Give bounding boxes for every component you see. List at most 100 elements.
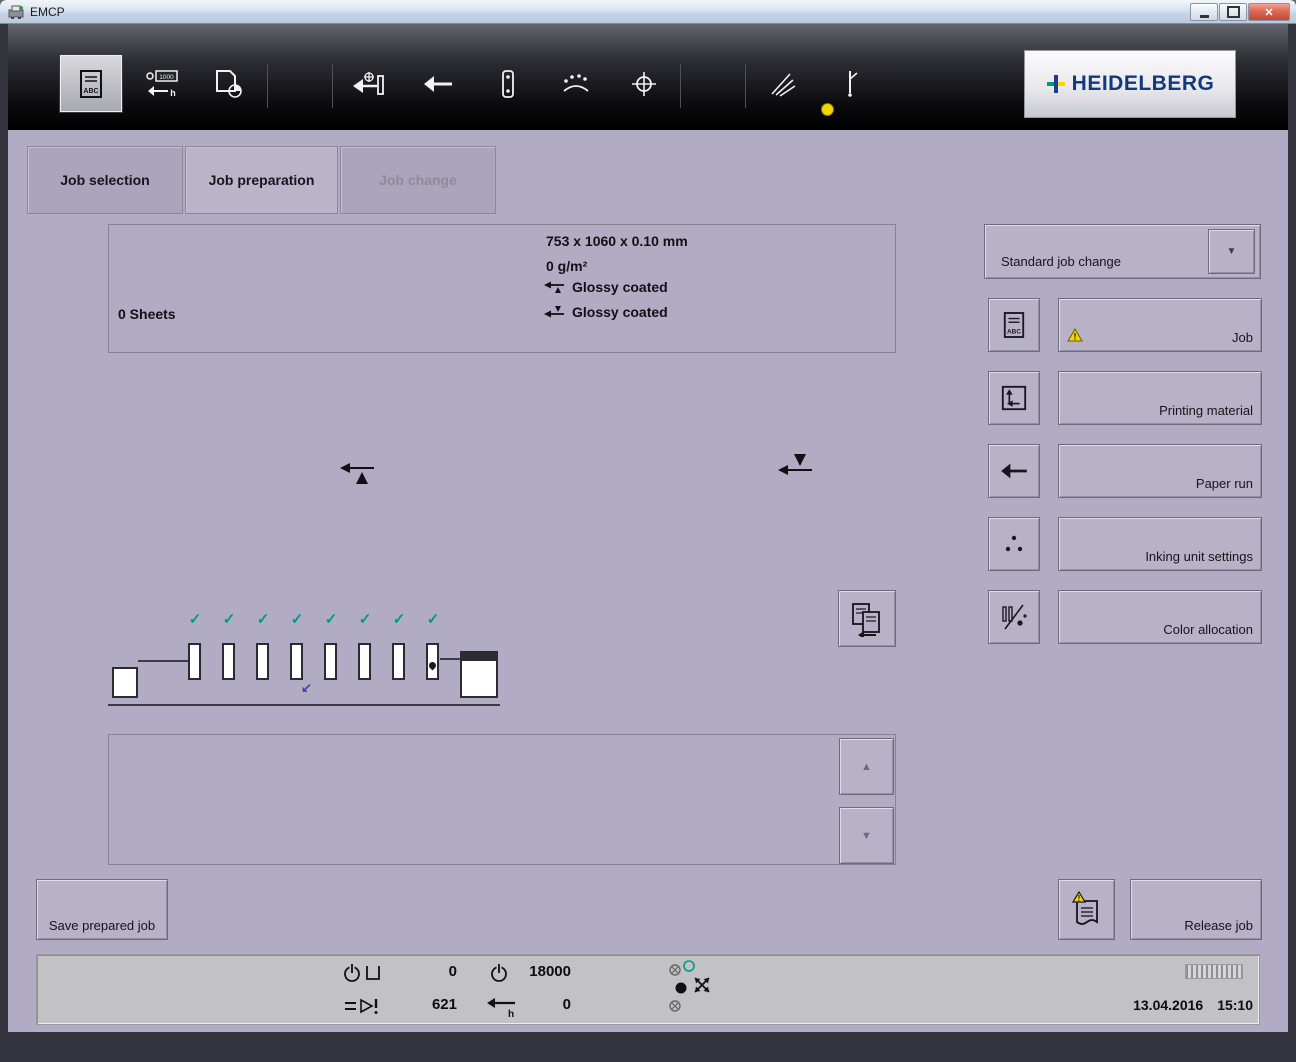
- job-queue-toolbar-button[interactable]: [202, 60, 254, 108]
- release-job-button[interactable]: Release job: [1130, 879, 1262, 940]
- inking-unit-settings-button[interactable]: Inking unit settings: [1058, 517, 1262, 571]
- job-report-button[interactable]: !: [1058, 879, 1115, 940]
- coating-droplet-icon: [428, 661, 438, 671]
- progress-indicator: [1185, 964, 1243, 979]
- inking-unit-icon-button[interactable]: [988, 517, 1040, 571]
- window-titlebar[interactable]: EMCP ✕: [0, 0, 1296, 24]
- remaining-value: 0: [527, 996, 571, 1013]
- main-content: Job selection Job preparation Job change…: [8, 130, 1288, 1032]
- tab-job-change: Job change: [340, 146, 496, 214]
- sheet-count: 0 Sheets: [118, 306, 176, 322]
- printing-unit: [358, 643, 371, 680]
- color-allocation-icon-button[interactable]: [988, 590, 1040, 644]
- warning-icon: !: [1067, 328, 1083, 347]
- window-controls: ✕: [1190, 3, 1290, 21]
- svg-text:!: !: [1077, 894, 1080, 903]
- per-hour-icon: h: [485, 995, 519, 1024]
- status-bar: 0 18000 621: [36, 954, 1260, 1025]
- paper-run-button[interactable]: Paper run: [1058, 444, 1262, 498]
- scroll-down-icon: ▼: [861, 830, 872, 842]
- cylinder-toolbar-button[interactable]: [482, 60, 534, 108]
- scroll-up-button[interactable]: ▲: [839, 738, 894, 795]
- color-allocation-icon: [999, 603, 1029, 631]
- feeder-unit: [112, 667, 138, 698]
- delivery-cap: [462, 653, 496, 661]
- tab-label: Job selection: [60, 172, 149, 188]
- paper-run-icon-button[interactable]: [988, 444, 1040, 498]
- color-allocation-button[interactable]: Color allocation: [1058, 590, 1262, 644]
- sheet-direction-arrow-icon: ↙: [301, 680, 312, 696]
- printing-unit: [256, 643, 269, 680]
- speed-value: 18000: [515, 963, 571, 980]
- dropdown-open-button[interactable]: ▼: [1208, 229, 1255, 274]
- save-prepared-job-button[interactable]: Save prepared job: [36, 879, 168, 940]
- window-title: EMCP: [30, 5, 65, 19]
- sheet-sensor-front-icon: [338, 460, 378, 491]
- close-button[interactable]: ✕: [1248, 3, 1290, 21]
- current-counter-value: 621: [407, 996, 457, 1013]
- dryer-toolbar-button[interactable]: [824, 60, 876, 108]
- feeder-toolbar-button[interactable]: [342, 60, 394, 108]
- printed-sheet-warning-icon: !: [1069, 891, 1105, 929]
- tab-label: Job change: [379, 172, 457, 188]
- arrow-register-icon: [351, 70, 385, 98]
- job-view-toolbar-button[interactable]: ABC: [60, 55, 122, 112]
- printing-unit: [222, 643, 235, 680]
- svg-text:1000: 1000: [159, 74, 174, 81]
- material-dimensions-icon: [1000, 384, 1028, 412]
- svg-text:h: h: [508, 1009, 514, 1019]
- paper-run-label: Paper run: [1196, 476, 1253, 491]
- press-connector: [138, 660, 188, 662]
- job-transfer-button[interactable]: [838, 590, 896, 647]
- document-abc-icon: ABC: [1002, 311, 1026, 339]
- tab-label: Job preparation: [209, 172, 315, 188]
- scroll-down-button[interactable]: ▼: [839, 807, 894, 864]
- remaining-sheets-icon: [343, 995, 381, 1022]
- printing-material-button[interactable]: Printing material: [1058, 371, 1262, 425]
- paper-run-toolbar-button[interactable]: [412, 60, 464, 108]
- coating-top-label: Glossy coated: [572, 279, 668, 295]
- unit-ready-check: ✓: [324, 610, 338, 628]
- sheet-grammage: 0 g/m²: [546, 258, 587, 274]
- printing-unit: [392, 643, 405, 680]
- unit-ready-check: ✓: [358, 610, 372, 628]
- total-counter-value: 0: [407, 963, 457, 980]
- powder-spray-toolbar-button[interactable]: [757, 60, 809, 108]
- paper-run-arrow-icon: [999, 460, 1029, 482]
- total-counter-icon: [343, 962, 381, 989]
- printing-material-icon-button[interactable]: [988, 371, 1040, 425]
- svg-text:!: !: [1074, 332, 1077, 342]
- job-button[interactable]: ! Job: [1058, 298, 1262, 352]
- app-icon: [8, 4, 24, 20]
- inking-unit-settings-label: Inking unit settings: [1145, 549, 1253, 564]
- app-window: EMCP ✕ ABC 1000 h: [0, 0, 1296, 1062]
- dampening-toolbar-button[interactable]: [550, 60, 602, 108]
- coating-top-row: Glossy coated: [542, 279, 668, 295]
- save-prepared-job-label: Save prepared job: [37, 918, 167, 933]
- minimize-button[interactable]: [1190, 3, 1218, 21]
- printing-unit: [324, 643, 337, 680]
- speed-icon: [489, 962, 509, 989]
- svg-text:ABC: ABC: [83, 88, 98, 95]
- tab-job-preparation[interactable]: Job preparation: [185, 146, 338, 214]
- coating-unit: [426, 643, 439, 680]
- cylinder-icon: [497, 69, 519, 99]
- spray-icon: [768, 70, 798, 98]
- ink-dots-icon: [1000, 531, 1028, 557]
- job-change-mode-dropdown[interactable]: Standard job change ▼: [984, 224, 1261, 279]
- register-toolbar-button[interactable]: [618, 60, 670, 108]
- heidelberg-plus-icon: [1046, 74, 1066, 94]
- maximize-button[interactable]: [1219, 3, 1247, 21]
- unit-ready-check: ✓: [426, 610, 440, 628]
- press-diagram: ↙ ✓✓✓✓✓✓✓✓: [108, 610, 508, 710]
- tab-job-selection[interactable]: Job selection: [27, 146, 183, 214]
- delivery-unit: [460, 651, 498, 698]
- job-icon-button[interactable]: ABC: [988, 298, 1040, 352]
- toolbar-separator: [745, 64, 746, 108]
- counter-toolbar-button[interactable]: 1000 h: [136, 60, 188, 108]
- heidelberg-logo: HEIDELBERG: [1024, 50, 1236, 118]
- counter-speed-icon: 1000 h: [145, 69, 179, 99]
- job-change-mode-value: Standard job change: [1001, 254, 1121, 269]
- maximize-icon: [1227, 6, 1240, 18]
- color-allocation-label: Color allocation: [1163, 622, 1253, 637]
